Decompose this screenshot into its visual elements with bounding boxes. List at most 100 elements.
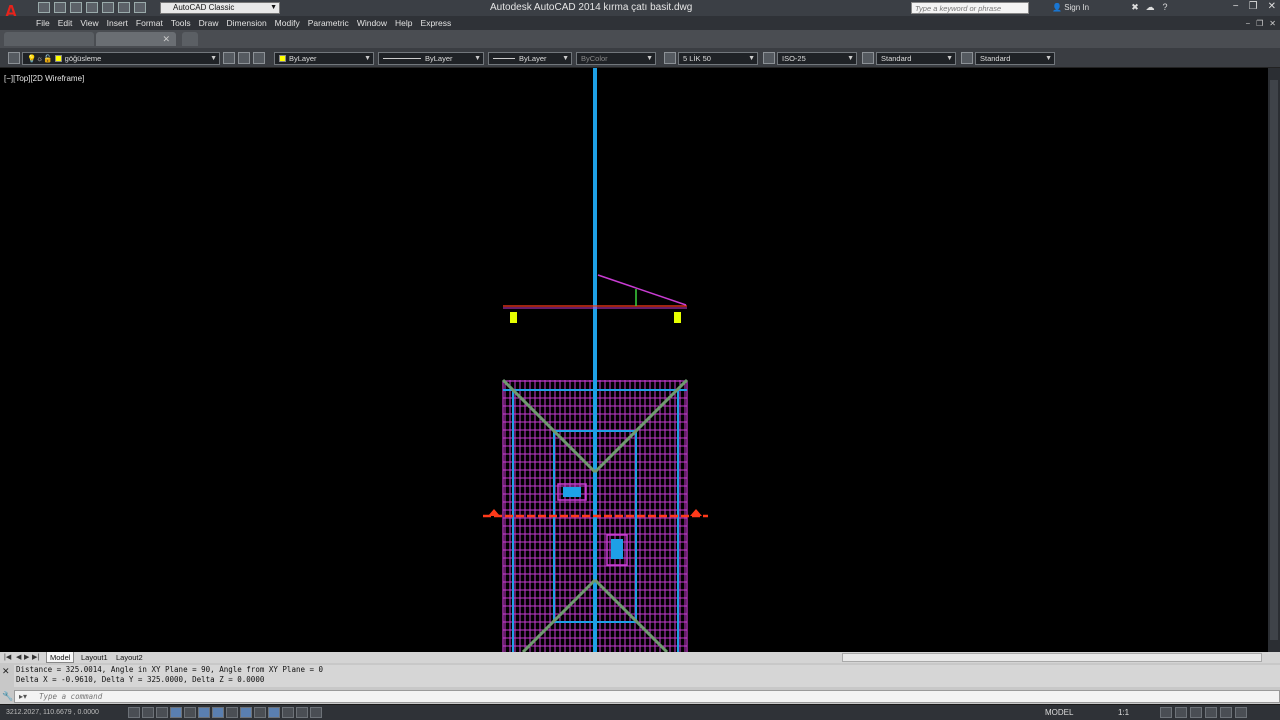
last-layout-icon[interactable]: ▶|	[32, 652, 39, 663]
polar-icon[interactable]	[184, 707, 196, 718]
redo-icon[interactable]	[134, 2, 146, 13]
close-icon[interactable]: ✕	[2, 666, 10, 677]
table-style-dropdown[interactable]: Standard ▼	[876, 52, 956, 65]
make-current-icon[interactable]	[223, 52, 235, 64]
command-history: Distance = 325.0014, Angle in XY Plane =…	[14, 665, 1280, 687]
menu-view[interactable]: View	[80, 18, 106, 28]
first-layout-icon[interactable]: |◀	[4, 652, 11, 663]
dim-style-dropdown[interactable]: ISO-25 ▼	[777, 52, 857, 65]
osnap-icon[interactable]	[198, 707, 210, 718]
snap-icon[interactable]	[142, 707, 154, 718]
drawing-close-icon[interactable]: ✕	[1269, 19, 1276, 28]
selection-cycling-icon[interactable]	[310, 707, 322, 718]
coordinate-readout[interactable]: 3212.2027, 110.6679 , 0.0000	[6, 709, 99, 716]
isolate-objects-icon[interactable]	[1220, 707, 1232, 718]
file-tab-1[interactable]	[4, 32, 94, 46]
horizontal-scrollbar[interactable]	[842, 653, 1262, 662]
menu-modify[interactable]: Modify	[275, 18, 308, 28]
text-style-icon[interactable]	[664, 52, 676, 64]
chevron-down-icon: ▼	[1045, 55, 1052, 62]
dyn-icon[interactable]	[254, 707, 266, 718]
table-style-icon[interactable]	[862, 52, 874, 64]
layer-previous-icon[interactable]	[238, 52, 250, 64]
model-space-toggle[interactable]: MODEL	[1045, 708, 1073, 717]
close-icon[interactable]: ✕	[1268, 1, 1276, 12]
drawing-restore-icon[interactable]: ❐	[1256, 19, 1263, 28]
menu-window[interactable]: Window	[357, 18, 395, 28]
next-layout-icon[interactable]: ▶	[24, 652, 29, 663]
open-file-icon[interactable]	[54, 2, 66, 13]
restore-icon[interactable]: ❐	[1249, 1, 1258, 12]
file-tab-active[interactable]: ✕	[96, 32, 176, 46]
a360-icon[interactable]: ☁	[1145, 2, 1155, 12]
viewport-controls-label[interactable]: [−][Top][2D Wireframe]	[4, 74, 84, 83]
multileader-style-icon[interactable]	[961, 52, 973, 64]
prompt-chevron-icon[interactable]: ▸▾	[19, 692, 27, 701]
help-search-input[interactable]: Type a keyword or phrase	[911, 2, 1029, 14]
save-icon[interactable]	[70, 2, 82, 13]
linetype-dropdown[interactable]: ByLayer ▼	[378, 52, 484, 65]
tab-model[interactable]: Model	[46, 652, 75, 663]
minimize-icon[interactable]: −	[1233, 1, 1239, 12]
grid-icon[interactable]	[156, 707, 168, 718]
command-input[interactable]	[39, 691, 1239, 702]
menu-parametric[interactable]: Parametric	[308, 18, 357, 28]
layer-dropdown[interactable]: 💡☼🔓 göğüsleme ▼	[22, 52, 220, 65]
layer-states-icon[interactable]	[253, 52, 265, 64]
color-swatch	[279, 55, 286, 62]
help-icon[interactable]: ?	[1160, 2, 1170, 12]
menu-file[interactable]: File	[36, 18, 58, 28]
color-dropdown[interactable]: ByLayer ▼	[274, 52, 374, 65]
annotation-visibility-icon[interactable]	[1160, 707, 1172, 718]
menu-tools[interactable]: Tools	[171, 18, 199, 28]
lineweight-icon[interactable]	[268, 707, 280, 718]
ortho-icon[interactable]	[170, 707, 182, 718]
table-style-value: Standard	[881, 54, 912, 63]
3d-osnap-icon[interactable]	[212, 707, 224, 718]
workspace-value: AutoCAD Classic	[173, 3, 235, 12]
multileader-style-dropdown[interactable]: Standard ▼	[975, 52, 1055, 65]
tab-close-icon[interactable]: ✕	[162, 32, 170, 46]
tab-layout2[interactable]: Layout2	[113, 652, 146, 663]
wrench-icon[interactable]: 🔧	[2, 691, 13, 702]
new-file-icon[interactable]	[38, 2, 50, 13]
new-tab-icon[interactable]	[182, 32, 198, 46]
infer-constraints-icon[interactable]	[128, 707, 140, 718]
menu-express[interactable]: Express	[421, 18, 460, 28]
hardware-acceleration-icon[interactable]	[1205, 707, 1217, 718]
drawing-minimize-icon[interactable]: −	[1245, 19, 1250, 28]
menu-help[interactable]: Help	[395, 18, 420, 28]
workspace-switch-icon[interactable]	[1175, 707, 1187, 718]
hip-line-br	[593, 578, 669, 652]
lineweight-dropdown[interactable]: ByLayer ▼	[488, 52, 572, 65]
menu-dimension[interactable]: Dimension	[227, 18, 275, 28]
sign-in-button[interactable]: 👤 Sign In	[1052, 3, 1089, 12]
exchange-icon[interactable]: ✖	[1130, 2, 1140, 12]
drawing-viewport[interactable]: [−][Top][2D Wireframe]	[0, 68, 1268, 652]
tab-layout1[interactable]: Layout1	[78, 652, 111, 663]
menu-insert[interactable]: Insert	[107, 18, 136, 28]
quick-properties-icon[interactable]	[296, 707, 308, 718]
workspace-dropdown[interactable]: AutoCAD Classic ▼	[160, 2, 280, 14]
chevron-down-icon: ▼	[847, 55, 854, 62]
save-as-icon[interactable]	[86, 2, 98, 13]
prev-layout-icon[interactable]: ◀	[16, 652, 21, 663]
scroll-thumb[interactable]	[1270, 80, 1278, 640]
layer-properties-icon[interactable]	[8, 52, 20, 64]
menu-edit[interactable]: Edit	[58, 18, 81, 28]
dim-style-icon[interactable]	[763, 52, 775, 64]
vertical-scrollbar[interactable]	[1268, 68, 1280, 652]
menu-format[interactable]: Format	[136, 18, 171, 28]
menu-draw[interactable]: Draw	[199, 18, 227, 28]
plotstyle-dropdown[interactable]: ByColor ▼	[576, 52, 656, 65]
otrack-icon[interactable]	[226, 707, 238, 718]
text-style-dropdown[interactable]: 5 LİK 50 ▼	[678, 52, 758, 65]
drafting-toggles	[128, 707, 322, 718]
lock-ui-icon[interactable]	[1190, 707, 1202, 718]
transparency-icon[interactable]	[282, 707, 294, 718]
annotation-scale[interactable]: 1:1	[1118, 708, 1129, 717]
undo-icon[interactable]	[118, 2, 130, 13]
ducs-icon[interactable]	[240, 707, 252, 718]
clean-screen-icon[interactable]	[1235, 707, 1247, 718]
plot-icon[interactable]	[102, 2, 114, 13]
